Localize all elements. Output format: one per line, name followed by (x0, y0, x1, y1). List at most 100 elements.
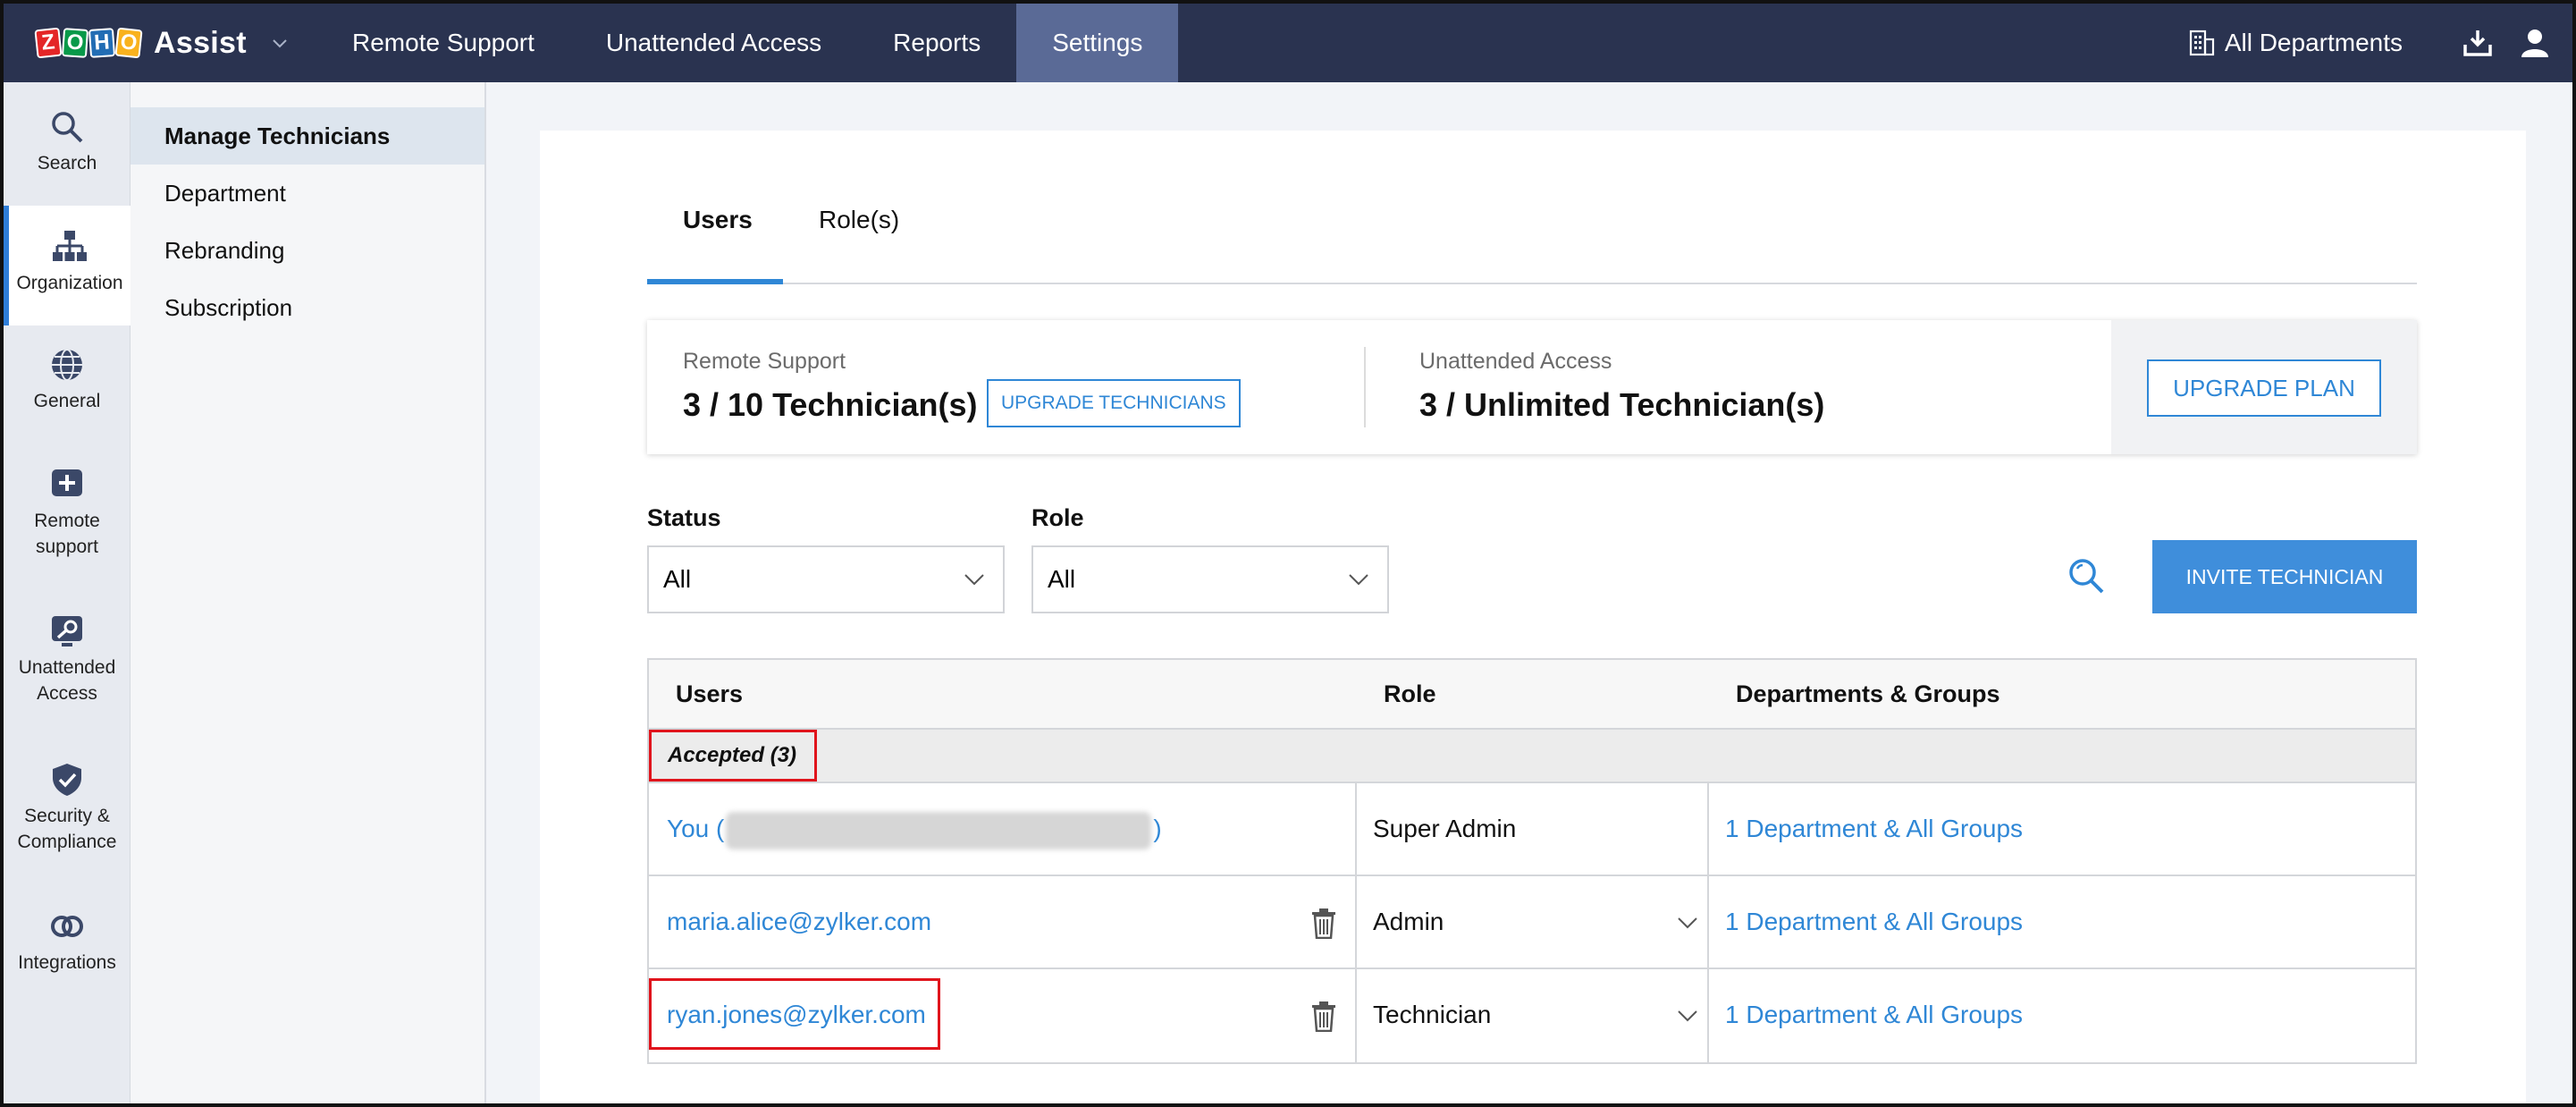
globe-icon (52, 349, 82, 381)
logo-tile: H (88, 28, 116, 58)
chevron-down-icon[interactable] (272, 35, 288, 51)
table-row: ryan.jones@zylker.com Technician 1 Depar… (649, 969, 2415, 1062)
app-window: Z O H O Assist Remote Support Unattended… (0, 0, 2576, 1107)
plus-square-icon (52, 469, 82, 496)
invite-technician-button[interactable]: INVITE TECHNICIAN (2152, 540, 2417, 613)
subnav-manage-technicians[interactable]: Manage Technicians (130, 107, 484, 165)
department-selector[interactable]: All Departments (2187, 29, 2403, 57)
departments-link[interactable]: 1 Department & All Groups (1725, 783, 2023, 875)
rail-label: Organization (16, 273, 123, 293)
topbar-actions: All Departments (2187, 4, 2553, 82)
rail-label: Remote (34, 511, 100, 531)
logo-tile: O (114, 27, 143, 59)
upgrade-plan-panel: UPGRADE PLAN (2111, 320, 2417, 454)
chevron-down-icon (1678, 917, 1697, 929)
organization-icon (53, 231, 87, 261)
nav-settings[interactable]: Settings (1016, 4, 1179, 82)
search-icon[interactable] (2067, 556, 2106, 596)
upgrade-plan-button[interactable]: UPGRADE PLAN (2147, 359, 2381, 417)
app-logo[interactable]: Z O H O Assist (34, 23, 288, 63)
zoho-logo: Z O H O (34, 27, 143, 59)
nav-unattended-access[interactable]: Unattended Access (570, 4, 857, 82)
icon-rail: Search Organization General Remote suppo… (4, 82, 130, 1103)
link-icon (51, 916, 83, 937)
rail-label: Access (37, 683, 97, 704)
plan-summary: Remote Support 3 / 10 Technician(s) UPGR… (647, 320, 2417, 454)
user-profile-icon[interactable] (2517, 25, 2553, 61)
trash-icon[interactable] (1310, 908, 1337, 939)
shield-check-icon (53, 764, 81, 796)
subnav-department[interactable]: Department (130, 165, 484, 222)
rail-integrations[interactable]: Integrations (4, 908, 130, 976)
departments-link[interactable]: 1 Department & All Groups (1725, 876, 2023, 968)
tab-users[interactable]: Users (683, 206, 753, 234)
rail-unattended-access[interactable]: Unattended Access (4, 613, 130, 706)
role-filter-label: Role (1031, 504, 1084, 531)
logo-tile: O (61, 28, 89, 58)
rail-remote-support[interactable]: Remote support (4, 467, 130, 560)
remote-support-label: Remote Support (683, 349, 846, 374)
accepted-group-label[interactable]: Accepted (3) (649, 730, 817, 782)
rail-label: support (35, 537, 99, 557)
logo-tile: Z (34, 27, 63, 59)
top-navigation-bar: Z O H O Assist Remote Support Unattended… (4, 4, 2572, 82)
unattended-access-label: Unattended Access (1419, 349, 1612, 374)
rail-label: Unattended (18, 657, 116, 678)
redacted-email (726, 811, 1152, 849)
user-suffix: ) (1153, 815, 1162, 842)
rail-security-compliance[interactable]: Security & Compliance (4, 762, 130, 855)
divider (1364, 347, 1366, 427)
role-value: Technician (1373, 1001, 1492, 1028)
unattended-access-count: 3 / Unlimited Technician(s) (1419, 386, 1825, 423)
status-filter-select[interactable]: All (647, 545, 1005, 613)
table-row: maria.alice@zylker.com Admin 1 Departmen… (649, 876, 2415, 969)
key-monitor-icon (52, 616, 82, 646)
user-email-link[interactable]: ryan.jones@zylker.com (667, 969, 926, 1061)
subnav-rebranding[interactable]: Rebranding (130, 222, 484, 279)
technicians-table: Users Role Departments & Groups Accepted… (647, 658, 2417, 1064)
role-filter-select[interactable]: All (1031, 545, 1389, 613)
active-tab-indicator (647, 279, 783, 284)
departments-link[interactable]: 1 Department & All Groups (1725, 969, 2023, 1061)
group-header-row: Accepted (3) (649, 730, 2415, 783)
tab-bar: Users Role(s) (647, 131, 2417, 284)
search-icon (52, 112, 83, 143)
subnav-subscription[interactable]: Subscription (130, 279, 484, 336)
table-header: Users Role Departments & Groups (649, 660, 2415, 730)
rail-label: Search (37, 153, 97, 173)
role-dropdown[interactable]: Technician (1364, 969, 1714, 1061)
column-header-users: Users (676, 680, 744, 707)
rail-search[interactable]: Search (4, 109, 130, 176)
user-prefix: You ( (667, 815, 725, 842)
remote-support-count: 3 / 10 Technician(s) (683, 386, 978, 423)
nav-reports[interactable]: Reports (857, 4, 1016, 82)
trash-icon[interactable] (1310, 1001, 1337, 1032)
table-row: You () Super Admin 1 Department & All Gr… (649, 783, 2415, 876)
rail-label: Integrations (18, 952, 116, 973)
role-filter-value: All (1048, 565, 1076, 593)
app-name: Assist (154, 25, 247, 60)
building-icon (2189, 30, 2214, 56)
rail-general[interactable]: General (4, 347, 130, 414)
status-filter-label: Status (647, 504, 721, 531)
column-header-role: Role (1384, 680, 1436, 707)
rail-label: General (33, 391, 101, 411)
role-dropdown[interactable]: Admin (1364, 876, 1714, 968)
main-content-card: Users Role(s) Remote Support 3 / 10 Tech… (540, 131, 2526, 1103)
chevron-down-icon (964, 574, 984, 586)
rail-organization[interactable]: Organization (4, 206, 130, 325)
role-value: Admin (1373, 908, 1444, 935)
role-value: Super Admin (1373, 815, 1517, 842)
column-header-departments: Departments & Groups (1736, 680, 2000, 707)
user-email-link[interactable]: maria.alice@zylker.com (667, 876, 931, 968)
nav-remote-support[interactable]: Remote Support (316, 4, 570, 82)
user-email-link[interactable]: You () (667, 783, 1162, 875)
upgrade-technicians-button[interactable]: UPGRADE TECHNICIANS (987, 379, 1241, 427)
department-label: All Departments (2224, 29, 2403, 56)
settings-subnav: Manage Technicians Department Rebranding… (130, 82, 486, 1103)
main-nav: Remote Support Unattended Access Reports… (316, 4, 1179, 82)
download-icon[interactable] (2460, 25, 2496, 61)
tab-roles[interactable]: Role(s) (819, 206, 899, 234)
chevron-down-icon (1349, 574, 1368, 586)
rail-label: Security & (24, 806, 110, 826)
